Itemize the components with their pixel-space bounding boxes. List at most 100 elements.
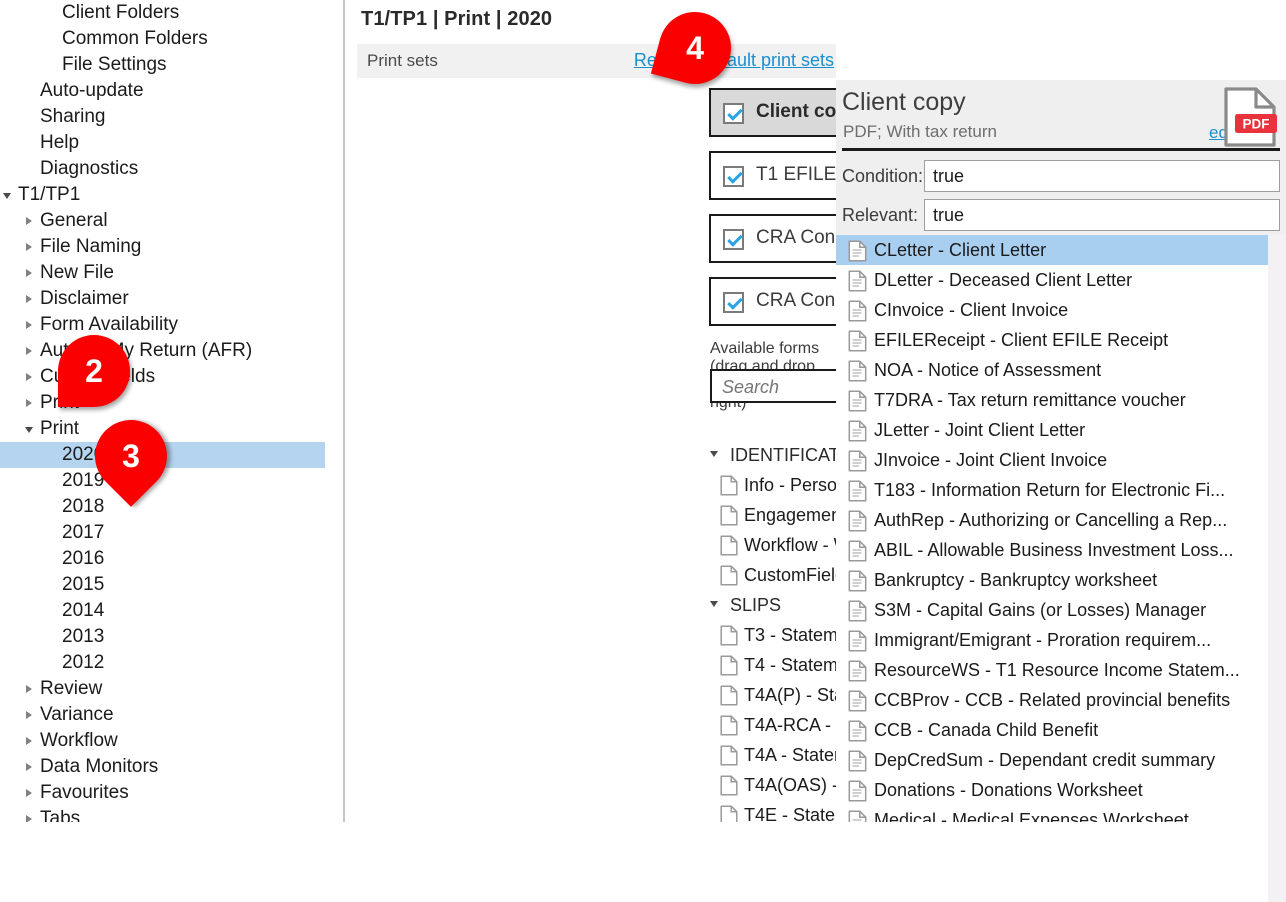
sidebar-item-2018[interactable]: 2018 <box>0 494 345 520</box>
document-icon <box>720 535 738 556</box>
print-set-form-item[interactable]: T183 - Information Return for Electronic… <box>836 475 1286 505</box>
print-set-form-item[interactable]: Immigrant/Emigrant - Proration requirem.… <box>836 625 1286 655</box>
document-icon <box>848 780 867 802</box>
sidebar-item-2017[interactable]: 2017 <box>0 520 345 546</box>
document-icon <box>848 330 867 352</box>
sidebar-item-auto-fill-my-return-afr[interactable]: Auto-fill My Return (AFR) <box>0 338 345 364</box>
print-set-form-item[interactable]: Donations - Donations Worksheet <box>836 775 1286 805</box>
sidebar-item-label: New File <box>40 262 114 283</box>
chevron-right-icon[interactable] <box>20 260 38 286</box>
sidebar-item-file-naming[interactable]: File Naming <box>0 234 345 260</box>
sidebar-item-label: 2018 <box>62 496 105 517</box>
sidebar-item-t1-tp1[interactable]: T1/TP1 <box>0 182 345 208</box>
sidebar-item-client-folders[interactable]: Client Folders <box>0 0 345 26</box>
sidebar-item-label: General <box>40 210 108 231</box>
print-set-form-item[interactable]: S3M - Capital Gains (or Losses) Manager <box>836 595 1286 625</box>
sidebar-item-help[interactable]: Help <box>0 130 345 156</box>
print-set-form-label: ABIL - Allowable Business Investment Los… <box>874 540 1234 560</box>
chevron-right-icon[interactable] <box>20 806 38 822</box>
sidebar-item-2013[interactable]: 2013 <box>0 624 345 650</box>
document-icon <box>848 630 867 652</box>
sidebar-item-favourites[interactable]: Favourites <box>0 780 345 806</box>
print-set-form-item[interactable]: CInvoice - Client Invoice <box>836 295 1286 325</box>
sidebar-item-workflow[interactable]: Workflow <box>0 728 345 754</box>
sidebar-item-2014[interactable]: 2014 <box>0 598 345 624</box>
print-set-form-item[interactable]: EFILEReceipt - Client EFILE Receipt <box>836 325 1286 355</box>
sidebar-item-variance[interactable]: Variance <box>0 702 345 728</box>
print-set-form-item[interactable]: Medical - Medical Expenses Worksheet <box>836 805 1286 822</box>
print-set-checkbox[interactable] <box>723 166 744 187</box>
chevron-right-icon[interactable] <box>20 728 38 754</box>
chevron-right-icon[interactable] <box>20 676 38 702</box>
print-set-label: T1 EFILE <box>756 164 837 185</box>
relevant-input[interactable] <box>925 200 1279 230</box>
sidebar-item-common-folders[interactable]: Common Folders <box>0 26 345 52</box>
sidebar-item-diagnostics[interactable]: Diagnostics <box>0 156 345 182</box>
print-set-checkbox[interactable] <box>723 103 744 124</box>
print-sets-panel: T1/TP1 | Print | 2020 Print sets Restore… <box>347 0 1168 822</box>
condition-input[interactable] <box>925 161 1279 191</box>
print-set-form-item[interactable]: CCBProv - CCB - Related provincial benef… <box>836 685 1286 715</box>
chevron-right-icon[interactable] <box>20 702 38 728</box>
print-set-form-item[interactable]: JInvoice - Joint Client Invoice <box>836 445 1286 475</box>
print-set-checkbox[interactable] <box>723 292 744 313</box>
sidebar-item-label: Diagnostics <box>40 158 139 179</box>
print-set-form-item[interactable]: JLetter - Joint Client Letter <box>836 415 1286 445</box>
chevron-right-icon[interactable] <box>20 208 38 234</box>
document-icon <box>848 720 867 742</box>
chevron-down-icon[interactable] <box>710 451 718 457</box>
print-set-form-item[interactable]: DepCredSum - Dependant credit summary <box>836 745 1286 775</box>
print-set-form-item[interactable]: T7DRA - Tax return remittance voucher <box>836 385 1286 415</box>
sidebar-item-print[interactable]: Print <box>0 416 345 442</box>
print-set-form-item[interactable]: NOA - Notice of Assessment <box>836 355 1286 385</box>
print-set-forms-list[interactable]: CLetter - Client Letter DLetter - Decease… <box>836 235 1286 822</box>
sidebar-item-2016[interactable]: 2016 <box>0 546 345 572</box>
print-set-form-item[interactable]: AuthRep - Authorizing or Cancelling a Re… <box>836 505 1286 535</box>
chevron-down-icon[interactable] <box>0 182 16 208</box>
sidebar-item-label: 2012 <box>62 652 105 673</box>
chevron-right-icon[interactable] <box>20 312 38 338</box>
sidebar-item-custom-fields[interactable]: Custom fields <box>0 364 345 390</box>
print-set-form-item[interactable]: DLetter - Deceased Client Letter <box>836 265 1286 295</box>
print-set-form-item[interactable]: ABIL - Allowable Business Investment Los… <box>836 535 1286 565</box>
sidebar-item-2015[interactable]: 2015 <box>0 572 345 598</box>
chevron-down-icon[interactable] <box>20 416 38 442</box>
sidebar-item-label: Review <box>40 678 103 699</box>
print-set-form-item[interactable]: ResourceWS - T1 Resource Income Statem..… <box>836 655 1286 685</box>
sidebar-item-print[interactable]: Print <box>0 390 345 416</box>
nav-list[interactable]: Client Folders Common Folders File Setting… <box>0 0 345 822</box>
sidebar-item-tabs[interactable]: Tabs <box>0 806 345 822</box>
chevron-right-icon[interactable] <box>20 780 38 806</box>
sidebar-item-data-monitors[interactable]: Data Monitors <box>0 754 345 780</box>
sidebar-item-general[interactable]: General <box>0 208 345 234</box>
chevron-right-icon[interactable] <box>20 286 38 312</box>
print-set-form-label: DLetter - Deceased Client Letter <box>874 270 1133 290</box>
chevron-right-icon[interactable] <box>20 234 38 260</box>
document-icon <box>720 805 738 822</box>
sidebar-item-file-settings[interactable]: File Settings <box>0 52 345 78</box>
document-icon <box>720 655 738 676</box>
chevron-right-icon[interactable] <box>20 754 38 780</box>
relevant-input-wrap[interactable] <box>924 199 1280 231</box>
print-set-form-item[interactable]: CLetter - Client Letter <box>836 235 1286 265</box>
settings-navigation-tree[interactable]: Client Folders Common Folders File Setting… <box>0 0 345 822</box>
detail-scrollbar[interactable] <box>1268 235 1286 902</box>
sidebar-item-sharing[interactable]: Sharing <box>0 104 345 130</box>
document-icon <box>720 745 738 766</box>
sidebar-item-2019[interactable]: 2019 <box>0 468 345 494</box>
print-set-form-item[interactable]: CCB - Canada Child Benefit <box>836 715 1286 745</box>
chevron-right-icon[interactable] <box>20 390 38 416</box>
sidebar-item-disclaimer[interactable]: Disclaimer <box>0 286 345 312</box>
sidebar-item-new-file[interactable]: New File <box>0 260 345 286</box>
sidebar-item-auto-update[interactable]: Auto-update <box>0 78 345 104</box>
chevron-right-icon[interactable] <box>20 338 38 364</box>
sidebar-item-review[interactable]: Review <box>0 676 345 702</box>
print-set-checkbox[interactable] <box>723 229 744 250</box>
print-set-form-item[interactable]: Bankruptcy - Bankruptcy worksheet <box>836 565 1286 595</box>
sidebar-item-form-availability[interactable]: Form Availability <box>0 312 345 338</box>
sidebar-item-2012[interactable]: 2012 <box>0 650 345 676</box>
chevron-right-icon[interactable] <box>20 364 38 390</box>
condition-input-wrap[interactable] <box>924 160 1280 192</box>
condition-label: Condition: <box>842 166 924 186</box>
chevron-down-icon[interactable] <box>710 601 718 607</box>
